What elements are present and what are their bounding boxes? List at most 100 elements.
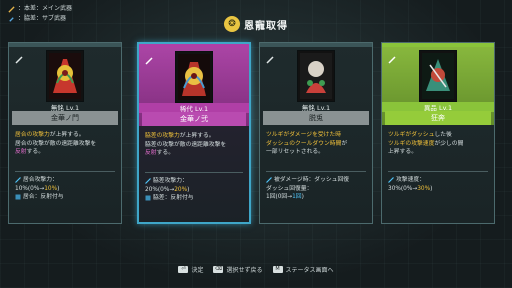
text-segment: ツルギがダッシュ (388, 132, 435, 138)
text-segment: 居合攻撃力： (23, 177, 58, 183)
stat-text: 30%(0%→30%) (388, 185, 432, 194)
description-line: ツルギがダッシュした後 (388, 131, 488, 140)
text-segment: 居合：反射付与 (23, 194, 64, 200)
description-line: 上昇する。 (388, 148, 488, 157)
stat-row: 居合：反射付与 (15, 193, 115, 202)
sword-stat-icon (145, 178, 151, 185)
card-divider (15, 171, 115, 172)
description-line: ツルギがダメージを受けた時 (266, 131, 366, 140)
stat-text: 被ダメージ時：ダッシュ回復 (274, 176, 349, 185)
description-line: 反射する。 (15, 148, 115, 157)
skip-label: 選択せず戻る (226, 267, 263, 274)
katana-icon (388, 49, 396, 64)
text-segment: 居合の攻撃力 (15, 132, 50, 138)
card-name: 金華ノ門 (12, 111, 118, 125)
card-name: 脱兎 (263, 111, 369, 125)
card-stats: 脇差攻撃力： 20%(0%→20%) 脇差：反射付与 (145, 177, 243, 203)
text-segment: 反射 (145, 150, 157, 156)
legend-main-label: ：本差：メイン武器 (18, 5, 73, 12)
text-segment: 1回(0回→ (266, 194, 293, 200)
card-stats: 被ダメージ時：ダッシュ回復ダッシュ回復量： 1回(0回→1回) (266, 176, 366, 202)
card-artwork (419, 50, 457, 102)
text-segment: ) (430, 185, 433, 192)
status-hint[interactable]: M ステータス画面へ (272, 265, 334, 274)
card-artwork (297, 50, 335, 102)
skip-hint[interactable]: ⌫ 選択せず戻る (213, 265, 263, 274)
control-hints: ⏎ 決定 ⌫ 選択せず戻る M ステータス画面へ (0, 265, 512, 274)
text-segment: 20%(0%→ (145, 186, 175, 193)
card-stats: 居合攻撃力： 10%(0%→10%) 居合：反射付与 (15, 176, 115, 202)
stat-row: 脇差：反射付与 (145, 194, 243, 203)
text-segment: ダッシュのクールダウン時間 (266, 140, 342, 147)
text-segment: 一部リセットされる。 (266, 149, 324, 155)
stat-text: 1回(0回→1回) (266, 193, 304, 202)
stat-text: 脇差：反射付与 (153, 194, 194, 203)
text-segment: が少しの間 (434, 140, 464, 147)
text-segment: 脇差の攻撃が敵の遠距離攻撃を (145, 141, 227, 148)
text-segment: した後 (434, 132, 452, 138)
description-line: 一部リセットされる。 (266, 148, 366, 157)
text-segment: ダッシュ回復量： (266, 185, 313, 192)
blessing-card-2[interactable]: 稀代 Lv.1 金華ノ弐 脇差の攻撃力が上昇する。 脇差の攻撃が敵の遠距離攻撃を反… (137, 42, 251, 224)
blessing-card-1[interactable]: 無銘 Lv.1 金華ノ門 居合の攻撃力が上昇する。 居合の攻撃が敵の遠距離攻撃を反… (8, 42, 122, 224)
text-segment: 脇差の攻撃力 (145, 133, 180, 139)
card-description: ツルギがダッシュした後 ツルギの攻撃速度が少しの間 上昇する。 (388, 131, 488, 157)
card-topbar (9, 43, 121, 47)
card-topbar (382, 43, 494, 47)
text-segment: が (341, 140, 348, 147)
text-segment: 居合の攻撃が敵の遠距離攻撃を (15, 140, 97, 147)
stat-text: 10%(0%→10%) (15, 185, 59, 194)
card-topbar (139, 44, 249, 48)
reflect-stat-icon (15, 194, 21, 200)
text-segment: 脇差：反射付与 (153, 195, 194, 201)
text-segment: ) (57, 185, 60, 192)
stat-row: 1回(0回→1回) (266, 193, 366, 202)
card-description: 居合の攻撃力が上昇する。 居合の攻撃が敵の遠距離攻撃を 反射する。 (15, 131, 115, 157)
card-divider (388, 171, 488, 172)
text-segment: 反射 (15, 149, 27, 155)
confirm-label: 決定 (191, 267, 204, 274)
stat-row: 脇差攻撃力： (145, 177, 243, 186)
description-line: 脇差の攻撃が敵の遠距離攻撃を (145, 141, 243, 150)
stat-text: 居合攻撃力： (23, 176, 58, 185)
card-description: ツルギがダメージを受けた時 ダッシュのクールダウン時間が 一部リセットされる。 (266, 131, 366, 157)
confirm-hint[interactable]: ⏎ 決定 (178, 265, 203, 274)
stat-row: 20%(0%→20%) (145, 186, 243, 195)
card-name: 狂奔 (385, 111, 491, 125)
blessing-card-3[interactable]: 無銘 Lv.1 脱兎 ツルギがダメージを受けた時 ダッシュのクールダウン時間が 一部… (259, 42, 373, 224)
confirm-key-icon: ⏎ (178, 266, 189, 273)
card-topbar (260, 43, 372, 47)
legend-main: ：本差：メイン武器 (8, 4, 72, 14)
text-segment: ツルギがダメージを受けた時 (266, 132, 342, 138)
blessing-icon: ❂ (224, 16, 240, 32)
stat-text: 居合：反射付与 (23, 193, 64, 202)
description-line: 脇差の攻撃力が上昇する。 (145, 132, 243, 141)
text-segment: 30%(0%→ (388, 185, 418, 192)
stat-row: 攻撃速度： (388, 176, 488, 185)
card-description: 脇差の攻撃力が上昇する。 脇差の攻撃が敵の遠距離攻撃を 反射する。 (145, 132, 243, 158)
description-line: ダッシュのクールダウン時間が (266, 140, 366, 149)
card-divider (266, 171, 366, 172)
stat-row: ダッシュ回復量： (266, 185, 366, 194)
stat-row: 10%(0%→10%) (15, 185, 115, 194)
katana-icon (266, 49, 274, 64)
text-segment: する。 (156, 150, 175, 156)
text-segment: 10%(0%→ (15, 185, 45, 192)
text-segment: ) (187, 186, 190, 193)
katana-icon (15, 49, 23, 64)
text-segment: 20% (174, 186, 188, 193)
text-segment: 上昇する。 (388, 149, 417, 155)
stat-text: 攻撃速度： (396, 176, 425, 185)
text-segment: ツルギの攻撃速度 (388, 140, 435, 147)
stat-row: 居合攻撃力： (15, 176, 115, 185)
page-header: ❂ 恩寵取得 (0, 16, 512, 32)
sword-stat-icon (266, 177, 272, 184)
blessing-card-4[interactable]: 異品 Lv.1 狂奔 ツルギがダッシュした後 ツルギの攻撃速度が少しの間 上昇する。… (381, 42, 495, 224)
card-divider (145, 172, 243, 173)
text-segment: ) (301, 194, 304, 200)
text-segment: 被ダメージ時：ダッシュ回復 (274, 177, 350, 183)
status-label: ステータス画面へ (285, 267, 334, 274)
sword-stat-icon (15, 177, 21, 184)
card-artwork (175, 51, 213, 103)
text-segment: する。 (26, 149, 45, 155)
